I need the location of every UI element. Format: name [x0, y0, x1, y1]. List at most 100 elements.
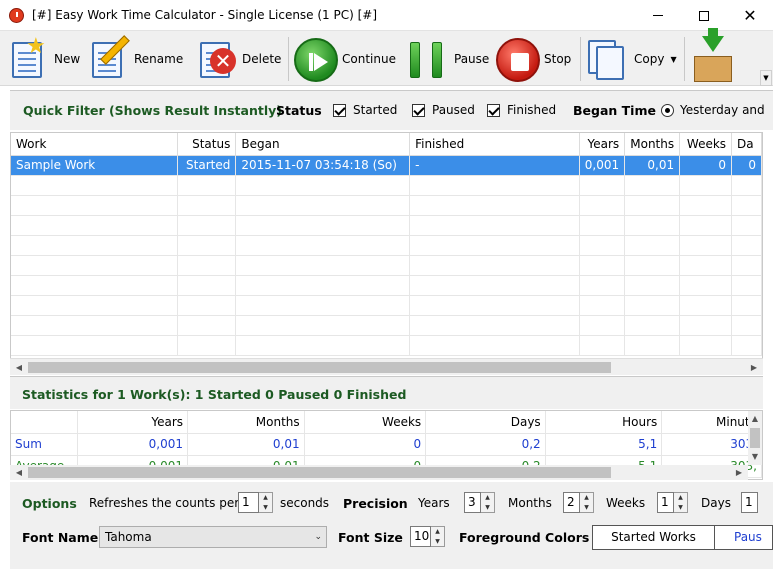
cell-began: 2015-11-07 03:54:18 (So): [235, 155, 411, 176]
weeks-value[interactable]: 1: [657, 492, 674, 513]
font-name-select[interactable]: Tahoma ⌄: [99, 526, 327, 548]
scrollbar-thumb[interactable]: [28, 467, 611, 478]
toolbar-divider: [288, 37, 289, 81]
stepper-arrows-icon[interactable]: ▲ ▼: [259, 492, 273, 513]
yesterday-radio-label: Yesterday and: [680, 103, 765, 117]
years-label: Years: [418, 496, 450, 510]
works-horizontal-scrollbar[interactable]: ◀ ▶: [10, 358, 763, 375]
new-button[interactable]: ★ New: [4, 34, 80, 84]
stats-value: 0,001: [77, 433, 189, 456]
maximize-button[interactable]: [681, 0, 727, 31]
weeks-stepper[interactable]: 1 ▲ ▼: [657, 492, 688, 513]
continue-label: Continue: [342, 52, 396, 66]
years-value[interactable]: 3: [464, 492, 481, 513]
stats-column-years: Years: [77, 411, 189, 434]
copy-label: Copy: [634, 52, 665, 66]
statistics-header-row: Years Months Weeks Days Hours Minute: [11, 411, 762, 434]
scroll-left-icon[interactable]: ◀: [12, 360, 26, 375]
continue-button[interactable]: Continue: [292, 34, 396, 84]
stats-value: 303,: [661, 433, 762, 456]
column-header-months[interactable]: Months: [624, 133, 681, 156]
statistics-horizontal-scrollbar[interactable]: ◀ ▶: [10, 465, 748, 480]
stats-value: 5,1: [545, 433, 663, 456]
chevron-down-icon[interactable]: ▼: [670, 55, 676, 64]
column-header-began[interactable]: Began: [235, 133, 411, 156]
stats-value: 0,01: [187, 433, 305, 456]
table-header-row: Work Status Began Finished Years Months …: [11, 133, 762, 156]
rename-button[interactable]: Rename: [84, 34, 183, 84]
cell-finished: -: [409, 155, 580, 176]
column-header-years[interactable]: Years: [579, 133, 626, 156]
toolbar-chevron-icon[interactable]: ▼: [760, 70, 772, 86]
scroll-up-icon[interactable]: ▲: [748, 411, 762, 426]
months-stepper[interactable]: 2 ▲ ▼: [563, 492, 594, 513]
new-label: New: [54, 52, 81, 66]
rename-pencil-icon: [84, 35, 130, 82]
statistics-vertical-scrollbar[interactable]: ▲ ▼: [748, 411, 762, 465]
column-header-finished[interactable]: Finished: [409, 133, 580, 156]
months-value[interactable]: 2: [563, 492, 580, 513]
close-button[interactable]: ✕: [727, 0, 773, 31]
stop-button[interactable]: Stop: [494, 34, 571, 84]
refresh-unit: seconds: [280, 496, 330, 510]
tab-started-works[interactable]: Started Works: [593, 526, 715, 549]
table-row[interactable]: Sample Work Started 2015-11-07 03:54:18 …: [11, 155, 762, 176]
stats-column-months: Months: [187, 411, 305, 434]
refresh-value[interactable]: 1: [238, 492, 259, 513]
stats-row-label: Sum: [11, 433, 79, 456]
years-stepper[interactable]: 3 ▲ ▼: [464, 492, 495, 513]
toolbar: ★ New Rename ✕ Delete Continue Pause Sto…: [0, 28, 773, 86]
scroll-right-icon[interactable]: ▶: [747, 360, 761, 375]
chevron-down-icon[interactable]: ⌄: [314, 527, 322, 547]
started-checkbox[interactable]: Started: [333, 103, 397, 117]
finished-checkbox[interactable]: Finished: [487, 103, 556, 117]
stepper-arrows-icon[interactable]: ▲ ▼: [674, 492, 688, 513]
statistics-header: Statistics for 1 Work(s): 1 Started 0 Pa…: [10, 376, 763, 409]
rename-label: Rename: [134, 52, 184, 66]
paused-checkbox[interactable]: Paused: [412, 103, 475, 117]
empty-row: [11, 275, 762, 296]
empty-row: [11, 235, 762, 256]
copy-button[interactable]: Copy ▼: [584, 34, 677, 84]
window-title: [#] Easy Work Time Calculator - Single L…: [32, 8, 378, 22]
months-label: Months: [508, 496, 552, 510]
scroll-right-icon[interactable]: ▶: [732, 465, 746, 480]
stepper-arrows-icon[interactable]: ▲ ▼: [431, 526, 445, 547]
column-header-work[interactable]: Work: [11, 133, 178, 156]
days-value[interactable]: 1: [741, 492, 758, 513]
delete-button[interactable]: ✕ Delete: [192, 34, 281, 84]
new-document-icon: ★: [4, 36, 50, 82]
clock-icon[interactable]: [9, 8, 24, 23]
column-header-days[interactable]: Da: [731, 133, 762, 156]
scroll-down-icon[interactable]: ▼: [748, 449, 762, 464]
export-button[interactable]: [688, 28, 734, 84]
days-label: Days: [701, 496, 731, 510]
cell-status: Started: [177, 155, 237, 176]
font-size-stepper[interactable]: 10 ▲ ▼: [410, 526, 445, 547]
stepper-arrows-icon[interactable]: ▲ ▼: [481, 492, 495, 513]
cell-years: 0,001: [579, 155, 626, 176]
pause-button[interactable]: Pause: [404, 34, 489, 84]
options-title: Options: [22, 496, 77, 511]
statistics-title: Statistics for 1 Work(s): 1 Started 0 Pa…: [22, 387, 407, 402]
column-header-weeks[interactable]: Weeks: [679, 133, 733, 156]
column-header-status[interactable]: Status: [177, 133, 237, 156]
stop-label: Stop: [544, 52, 572, 66]
scrollbar-thumb[interactable]: [750, 428, 760, 448]
toolbar-divider: [684, 37, 685, 81]
yesterday-radio[interactable]: Yesterday and: [661, 103, 765, 117]
minimize-button[interactable]: [635, 0, 681, 31]
copy-documents-icon: [584, 36, 630, 82]
scroll-left-icon[interactable]: ◀: [12, 465, 26, 480]
font-name-value: Tahoma: [105, 530, 152, 544]
scrollbar-thumb[interactable]: [28, 362, 611, 373]
stats-column-days: Days: [425, 411, 546, 434]
stepper-arrows-icon[interactable]: ▲ ▼: [580, 492, 594, 513]
font-size-value[interactable]: 10: [410, 526, 431, 547]
stats-value: 0,2: [425, 433, 546, 456]
tab-paused-works[interactable]: Paus: [715, 526, 772, 549]
pause-icon: [404, 36, 450, 82]
refresh-stepper[interactable]: 1 ▲ ▼: [238, 492, 273, 513]
started-checkbox-label: Started: [353, 103, 398, 117]
days-stepper[interactable]: 1: [741, 492, 758, 513]
